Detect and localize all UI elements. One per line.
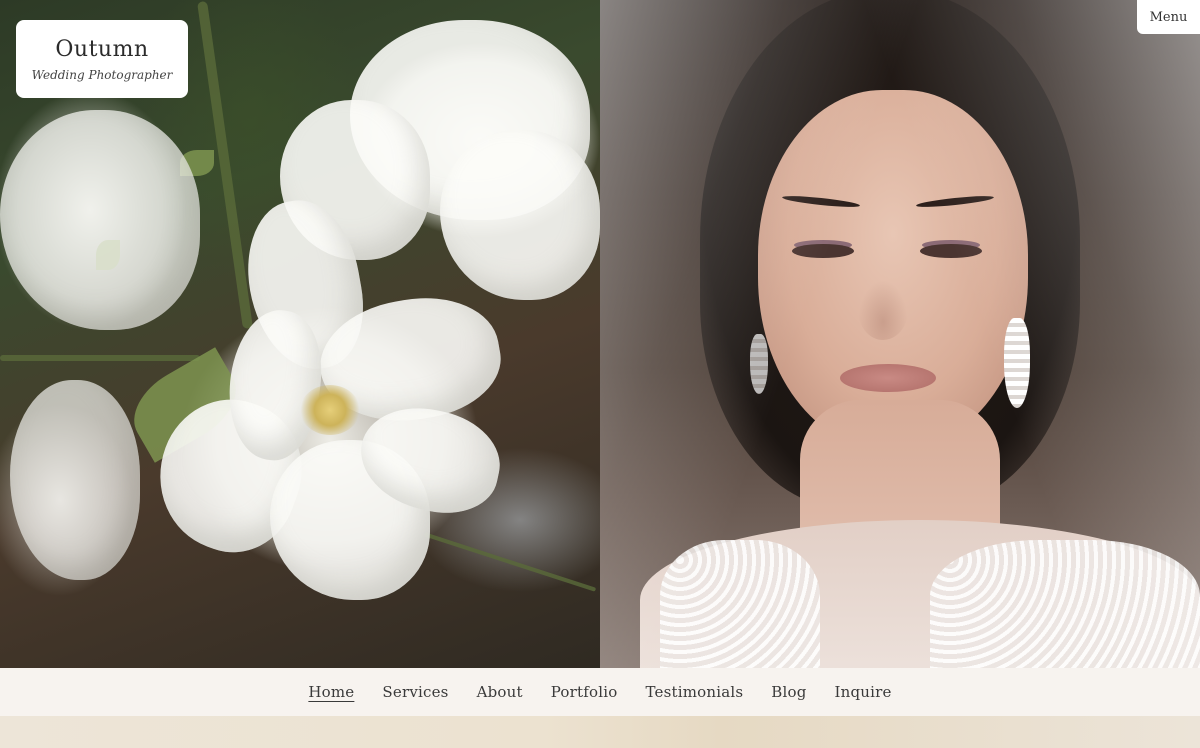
nav-link-services[interactable]: Services — [382, 683, 448, 701]
nav-link-testimonials[interactable]: Testimonials — [645, 683, 743, 701]
nav-link-blog[interactable]: Blog — [771, 683, 806, 701]
flowers-photo — [0, 0, 600, 668]
main-navigation: Home Services About Portfolio Testimonia… — [0, 668, 1200, 716]
nav-link-portfolio[interactable]: Portfolio — [551, 683, 618, 701]
nav-link-inquire[interactable]: Inquire — [835, 683, 892, 701]
logo-subtitle: Wedding Photographer — [31, 67, 173, 82]
nav-link-about[interactable]: About — [477, 683, 523, 701]
bride-photo — [600, 0, 1200, 668]
logo-card[interactable]: Outumn Wedding Photographer — [16, 20, 188, 98]
hero-section — [0, 0, 1200, 668]
menu-button[interactable]: Menu — [1137, 0, 1200, 34]
logo-title: Outumn — [55, 36, 149, 62]
nav-link-home[interactable]: Home — [308, 683, 354, 701]
next-section-preview — [0, 716, 1200, 748]
